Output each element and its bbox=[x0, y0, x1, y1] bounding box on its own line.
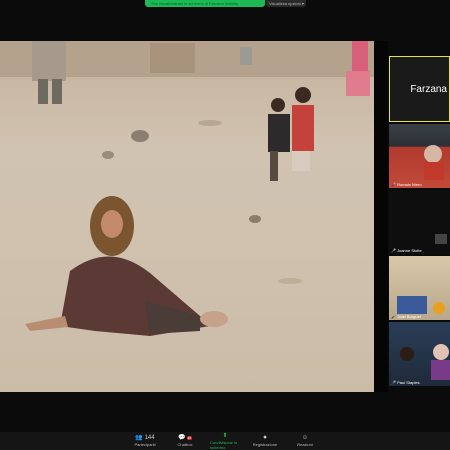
shared-screen-photo bbox=[0, 41, 374, 392]
reactions-icon: ☺ bbox=[301, 435, 309, 441]
speaker-name: Farzana bbox=[410, 83, 447, 95]
chat-badge: 32 bbox=[186, 436, 192, 440]
mic-muted-icon: 🎤 bbox=[391, 182, 396, 187]
participant-tile[interactable]: 🎤 Juan Burguet bbox=[389, 256, 450, 320]
share-screen-button[interactable]: ⬆ Condivisione lo schermo bbox=[210, 432, 240, 450]
participant-tile[interactable]: 🎤 Joanne Stolte bbox=[389, 190, 450, 254]
panel-divider[interactable] bbox=[374, 41, 388, 392]
participants-count: 144 bbox=[144, 435, 155, 441]
view-options-label: Visualizza opzioni bbox=[269, 1, 301, 6]
participant-video bbox=[424, 145, 444, 180]
chat-icon: 💬 32 bbox=[178, 435, 192, 441]
participants-icon: 👥 144 bbox=[135, 435, 155, 441]
mic-muted-icon: 🎤 bbox=[391, 248, 396, 253]
record-button[interactable]: ⏺ Registrazione bbox=[250, 432, 280, 450]
participant-tile[interactable]: 🎤 Romain Niero bbox=[389, 124, 450, 188]
chat-button[interactable]: 💬 32 Chatbox bbox=[170, 432, 200, 450]
participant-video bbox=[400, 344, 450, 380]
record-icon: ⏺ bbox=[263, 435, 267, 441]
participant-video bbox=[435, 234, 447, 244]
photo-scene bbox=[0, 41, 374, 336]
participant-video bbox=[397, 296, 445, 314]
participant-name: 🎤 Juan Burguet bbox=[391, 314, 421, 319]
mic-muted-icon: 🎤 bbox=[391, 314, 396, 319]
sharing-banner-text: Stai visualizzando lo schermo di Farzana… bbox=[151, 1, 239, 6]
participant-name: 🎤 Romain Niero bbox=[391, 182, 422, 187]
view-options-button[interactable]: Visualizza opzioni ▾ bbox=[266, 0, 306, 7]
chat-label: Chatbox bbox=[177, 442, 193, 447]
reactions-button[interactable]: ☺ Reazioni bbox=[290, 432, 320, 450]
share-screen-icon: ⬆ bbox=[222, 432, 228, 439]
active-speaker-tile[interactable]: Farzana bbox=[389, 56, 450, 122]
participant-name: 🎤 Joanne Stolte bbox=[391, 248, 422, 253]
sharing-banner[interactable]: Stai visualizzando lo schermo di Farzana… bbox=[145, 0, 265, 7]
participant-name: 🎤 Paul Staples bbox=[391, 380, 420, 385]
participant-gallery: Farzana 🎤 Romain Niero 🎤 Joanne Stolte 🎤… bbox=[389, 56, 450, 388]
participant-tile[interactable]: 🎤 Paul Staples bbox=[389, 322, 450, 386]
reactions-label: Reazioni bbox=[297, 442, 313, 447]
mic-muted-icon: 🎤 bbox=[391, 380, 396, 385]
participants-label: Partecipanti bbox=[134, 442, 156, 447]
share-screen-label: Condivisione lo schermo bbox=[210, 439, 238, 450]
participants-button[interactable]: 👥 144 Partecipanti bbox=[130, 432, 160, 450]
meeting-toolbar: 👥 144 Partecipanti 💬 32 Chatbox ⬆ Condivi… bbox=[0, 432, 450, 450]
record-label: Registrazione bbox=[252, 442, 278, 447]
